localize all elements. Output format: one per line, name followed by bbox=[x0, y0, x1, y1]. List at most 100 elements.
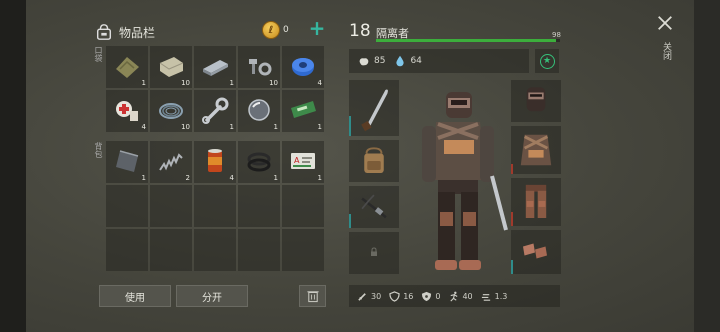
water-drop-icon bbox=[396, 55, 405, 67]
weapon-slot[interactable] bbox=[349, 80, 399, 136]
item-quantity: 1 bbox=[273, 174, 278, 182]
speed-value: 40 bbox=[462, 291, 473, 301]
crossbow-slot[interactable] bbox=[349, 186, 399, 228]
pocket-label: 口袋 bbox=[94, 46, 103, 62]
wrench-icon bbox=[202, 97, 229, 124]
item-quantity: 10 bbox=[181, 79, 190, 87]
item-quantity: 4 bbox=[317, 79, 322, 87]
health-value: 98 bbox=[552, 31, 561, 39]
inventory-slot-empty[interactable] bbox=[238, 185, 280, 227]
rubber-ring-icon bbox=[247, 152, 271, 172]
spring-icon bbox=[159, 153, 183, 171]
quality-indicator bbox=[511, 212, 513, 226]
speed-stat: 40 bbox=[448, 291, 473, 302]
star-icon: ★ bbox=[539, 53, 555, 69]
inventory-slot-empty[interactable] bbox=[150, 185, 192, 227]
cloth-icon bbox=[116, 57, 139, 78]
inventory-slot[interactable]: 1 bbox=[238, 90, 280, 132]
metal-plate-icon bbox=[116, 150, 139, 172]
inventory-slot-empty[interactable] bbox=[106, 185, 148, 227]
close-icon[interactable] bbox=[656, 14, 674, 32]
radiation-stat: 0 bbox=[421, 291, 440, 302]
pocket-grid: 1 10 1 10 4 4 10 1 1 1 bbox=[106, 46, 324, 132]
inventory-slot[interactable]: 10 bbox=[150, 90, 192, 132]
skills-button[interactable]: ★ bbox=[535, 49, 559, 73]
split-button[interactable]: 分开 bbox=[176, 285, 248, 307]
coin-icon: ℓ bbox=[262, 21, 280, 39]
inventory-slot[interactable]: 10 bbox=[238, 46, 280, 88]
item-quantity: 10 bbox=[269, 79, 278, 87]
dash-icon bbox=[481, 293, 490, 301]
inventory-slot[interactable]: 1 bbox=[238, 141, 280, 183]
inventory-slot[interactable]: A 1 bbox=[282, 141, 324, 183]
inventory-slot-empty[interactable] bbox=[282, 229, 324, 271]
weight-stat: 1.3 bbox=[481, 291, 508, 302]
crossbow-icon bbox=[361, 194, 387, 219]
armor-vest-icon bbox=[520, 134, 552, 166]
locked-slot[interactable] bbox=[349, 232, 399, 274]
id-card-icon: A bbox=[291, 153, 315, 169]
glass-lens-icon bbox=[248, 99, 270, 121]
inventory-slot-empty[interactable] bbox=[194, 229, 236, 271]
add-coins-button[interactable]: + bbox=[308, 18, 326, 38]
inventory-slot-empty[interactable] bbox=[194, 185, 236, 227]
inventory-slot[interactable]: 4 bbox=[282, 46, 324, 88]
inventory-slot-empty[interactable] bbox=[238, 229, 280, 271]
backpack-grid: 1 2 4 1 A 1 bbox=[106, 141, 324, 271]
weight-value: 1.3 bbox=[494, 291, 508, 301]
inventory-slot[interactable]: 4 bbox=[106, 90, 148, 132]
inventory-slot[interactable]: 1 bbox=[194, 90, 236, 132]
inventory-slot[interactable]: 1 bbox=[106, 141, 148, 183]
inventory-slot-empty[interactable] bbox=[106, 229, 148, 271]
game-screen: 物品栏 ℓ 0 + 口袋 背包 1 10 1 10 4 4 10 1 1 1 1… bbox=[0, 0, 720, 332]
right-edge bbox=[694, 0, 720, 332]
item-quantity: 10 bbox=[181, 123, 190, 131]
helmet-icon bbox=[526, 87, 546, 112]
svg-text:A: A bbox=[294, 156, 300, 165]
stomach-icon bbox=[359, 58, 369, 66]
item-quantity: 1 bbox=[141, 174, 146, 182]
wire-icon bbox=[159, 103, 183, 119]
inventory-slot[interactable]: 4 bbox=[194, 141, 236, 183]
defense-value: 16 bbox=[403, 291, 414, 301]
inventory-slot-empty[interactable] bbox=[150, 229, 192, 271]
inventory-slot[interactable]: 1 bbox=[194, 46, 236, 88]
shield-icon bbox=[389, 290, 400, 302]
item-quantity: 1 bbox=[229, 79, 234, 87]
lock-icon bbox=[371, 247, 377, 256]
iron-bar-icon bbox=[203, 60, 228, 76]
water-stat: 64 bbox=[393, 54, 422, 68]
inventory-slot-empty[interactable] bbox=[282, 185, 324, 227]
armor-slot[interactable] bbox=[511, 126, 561, 174]
helmet-slot[interactable] bbox=[511, 80, 561, 122]
attack-stat: 30 bbox=[357, 291, 381, 302]
item-quantity: 1 bbox=[273, 123, 278, 131]
inventory-slot[interactable]: 10 bbox=[150, 46, 192, 88]
backpack-item-icon bbox=[364, 147, 384, 173]
item-quantity: 1 bbox=[317, 174, 322, 182]
backpack-slot[interactable] bbox=[349, 140, 399, 182]
fabric-icon bbox=[159, 57, 184, 77]
trash-icon bbox=[307, 291, 319, 303]
bandage-icon bbox=[116, 101, 138, 121]
pants-slot[interactable] bbox=[511, 178, 561, 226]
sword-icon bbox=[358, 292, 366, 301]
item-quantity: 1 bbox=[317, 123, 322, 131]
vitals-box: 85 64 bbox=[349, 49, 529, 73]
boots-slot[interactable] bbox=[511, 230, 561, 274]
inventory-slot[interactable]: 2 bbox=[150, 141, 192, 183]
food-stat: 85 bbox=[357, 54, 385, 68]
water-value: 64 bbox=[410, 56, 422, 66]
duct-tape-icon bbox=[292, 58, 314, 76]
food-value: 85 bbox=[374, 56, 386, 66]
machete-icon bbox=[361, 89, 388, 132]
use-button[interactable]: 使用 bbox=[99, 285, 171, 307]
coin-count: 0 bbox=[283, 25, 289, 35]
item-quantity: 1 bbox=[141, 79, 146, 87]
radiation-value: 0 bbox=[435, 291, 441, 301]
inventory-slot[interactable]: 1 bbox=[282, 90, 324, 132]
close-label[interactable]: 关闭 bbox=[660, 42, 673, 60]
item-quantity: 4 bbox=[141, 123, 146, 131]
inventory-slot[interactable]: 1 bbox=[106, 46, 148, 88]
trash-button[interactable] bbox=[299, 285, 326, 307]
